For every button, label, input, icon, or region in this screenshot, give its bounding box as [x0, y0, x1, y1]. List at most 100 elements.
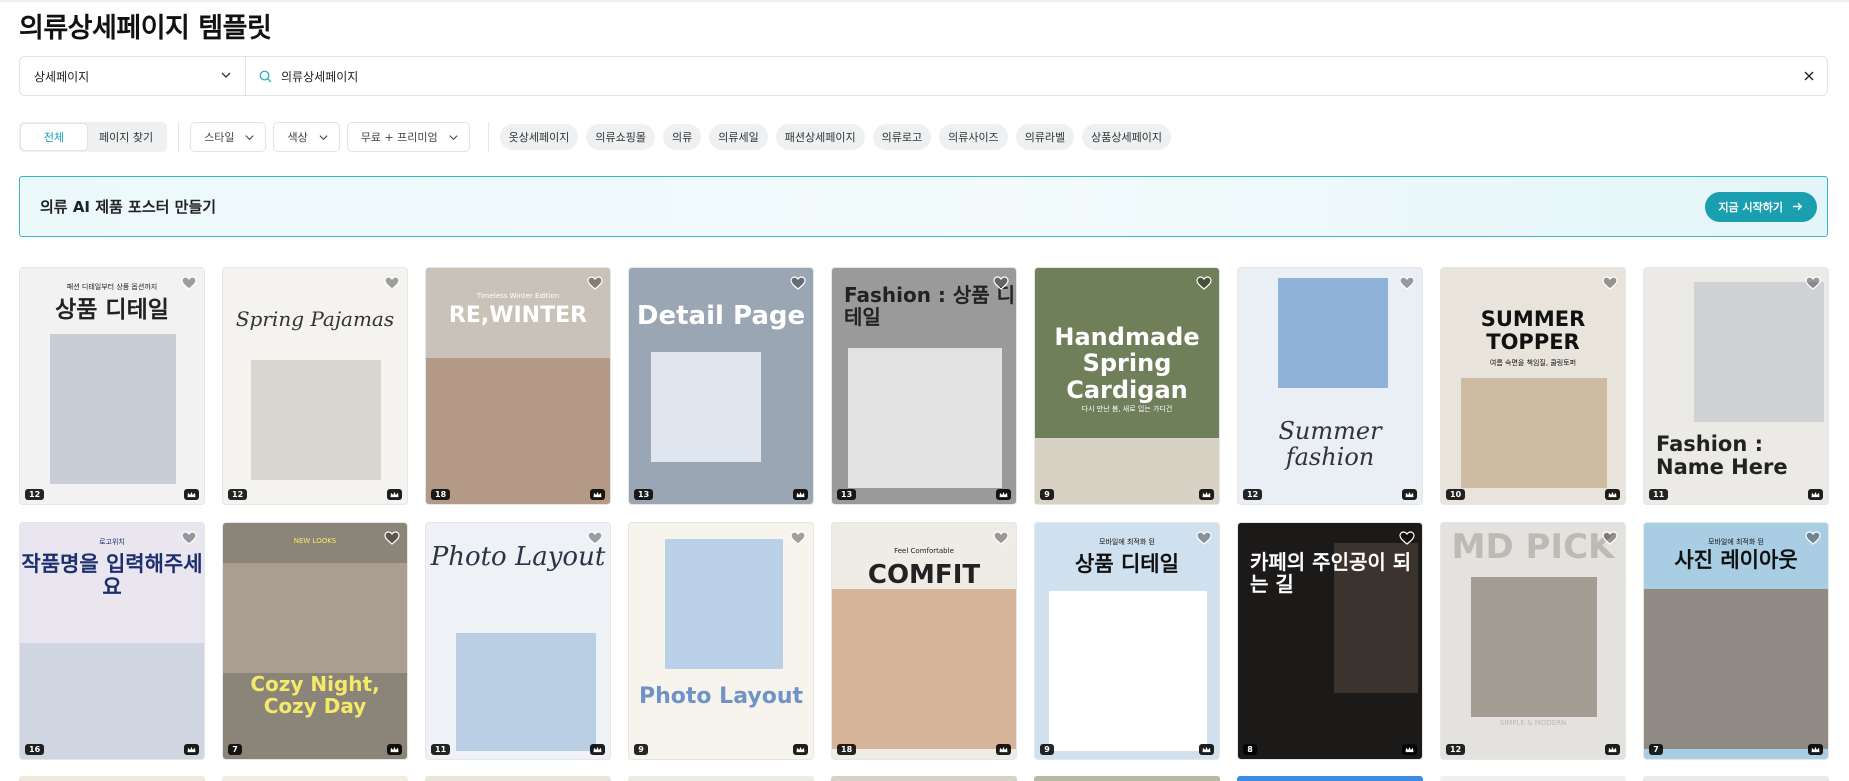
heart-icon[interactable] — [384, 531, 400, 545]
template-card[interactable]: Spring Pajamas 12 — [222, 267, 408, 505]
tag-chip[interactable]: 의류라벨 — [1015, 124, 1075, 150]
heart-icon[interactable] — [181, 531, 197, 545]
heart-icon[interactable] — [1399, 276, 1415, 290]
heart-icon[interactable] — [1602, 276, 1618, 290]
tag-chip[interactable]: 패션상세페이지 — [775, 124, 865, 150]
template-card[interactable]: Detail Page 13 — [628, 267, 814, 505]
tag-chip[interactable]: 옷상세페이지 — [499, 124, 579, 150]
heart-icon[interactable] — [993, 276, 1009, 290]
heart-icon[interactable] — [790, 276, 806, 290]
tag-chip[interactable]: 의류세일 — [709, 124, 768, 150]
heart-icon[interactable] — [1196, 531, 1212, 545]
tag-chip[interactable]: 의류사이즈 — [939, 124, 1008, 150]
crown-icon — [1808, 489, 1823, 500]
template-card[interactable]: Photo Layout 9 — [628, 522, 814, 760]
crown-icon — [590, 744, 605, 755]
chevron-down-icon — [245, 134, 255, 140]
template-title: 작품명을 입력해주세요 — [21, 552, 203, 600]
template-card[interactable]: Timeless Winter Edition RE,WINTER 18 — [425, 267, 611, 505]
heart-icon[interactable] — [384, 276, 400, 290]
template-card-partial[interactable] — [831, 776, 1017, 781]
template-thumbnail — [223, 563, 407, 673]
tag-chip[interactable]: 의류 — [663, 124, 702, 150]
template-card[interactable]: Photo Layout 11 — [425, 522, 611, 760]
tag-chip[interactable]: 의류로고 — [872, 124, 932, 150]
crown-icon — [387, 744, 402, 755]
template-thumbnail — [50, 334, 176, 484]
template-card[interactable]: Fashion : 상품 디테일 13 — [831, 267, 1017, 505]
category-select[interactable]: 상세페이지 — [20, 57, 246, 95]
template-card[interactable]: 패션 디테일부터 상품 옵션까지 상품 디테일 12 — [19, 267, 205, 505]
heart-icon[interactable] — [587, 531, 603, 545]
template-subtitle: 모바일에 최적화 된 — [1099, 538, 1155, 546]
template-card[interactable]: SIMPLE & MODERN MD PICK 12 — [1440, 522, 1626, 760]
page-count-badge: 12 — [25, 489, 45, 500]
template-thumbnail — [665, 539, 783, 669]
tag-chip[interactable]: 의류쇼핑몰 — [586, 124, 656, 150]
template-thumbnail — [1035, 438, 1219, 504]
template-title: 카페의 주인공이 되는 길 — [1250, 550, 1412, 596]
crown-icon — [1605, 744, 1620, 755]
crown-icon — [1199, 744, 1214, 755]
template-card[interactable]: NEW LOOKS Cozy Night, Cozy Day 7 — [222, 522, 408, 760]
template-card[interactable]: 여름 숙면을 책임질, 쿨링토퍼 SUMMER TOPPER 10 — [1440, 267, 1626, 505]
template-card[interactable]: 로고위치 작품명을 입력해주세요 16 — [19, 522, 205, 760]
color-dropdown[interactable]: 색상 — [273, 122, 340, 152]
template-card[interactable]: 모바일에 최적화 된사진 레이아웃 7 — [1643, 522, 1829, 760]
template-card-partial[interactable] — [628, 776, 814, 781]
template-thumbnail — [426, 358, 610, 504]
template-subtitle: NEW LOOKS — [293, 537, 337, 545]
scope-all-tab[interactable]: 전체 — [21, 124, 87, 150]
heart-icon[interactable] — [181, 276, 197, 290]
chevron-down-icon — [449, 134, 458, 140]
template-subtitle: 로고위치 — [99, 538, 125, 546]
tag-chip[interactable]: 상품상세페이지 — [1082, 124, 1172, 150]
heart-icon[interactable] — [1196, 276, 1212, 290]
template-subtitle: 모바일에 최적화 된 — [1708, 538, 1764, 546]
template-subtitle: 다시 만난 봄, 새로 입는 가디건 — [1081, 405, 1173, 413]
template-title: Fashion : Name Here — [1656, 432, 1788, 480]
clear-search-icon[interactable] — [1803, 70, 1815, 82]
heart-icon[interactable] — [1602, 531, 1618, 545]
heart-icon[interactable] — [1805, 276, 1821, 290]
template-card[interactable]: 다시 만난 봄, 새로 입는 가디건 Handmade Spring Cardig… — [1034, 267, 1220, 505]
template-title: 사진 레이아웃 — [1674, 548, 1798, 572]
template-card[interactable]: 카페의 주인공이 되는 길 8 — [1237, 522, 1423, 760]
heart-icon[interactable] — [587, 276, 603, 290]
template-card-partial[interactable] — [425, 776, 611, 781]
style-dropdown[interactable]: 스타일 — [190, 122, 267, 152]
crown-icon — [1402, 489, 1417, 500]
page-count-badge: 18 — [431, 489, 451, 500]
filter-bar: 전체 페이지 찾기 스타일 색상 무료 + 프리미엄 옷상세페이지 의류쇼핑몰 … — [19, 122, 1179, 152]
heart-icon[interactable] — [790, 531, 806, 545]
template-card-partial[interactable] — [1643, 776, 1829, 781]
search-input[interactable] — [281, 69, 1795, 83]
heart-icon[interactable] — [1399, 531, 1415, 545]
template-grid: 패션 디테일부터 상품 옵션까지 상품 디테일 12 Spring Pajamas 12… — [19, 267, 1831, 760]
template-title: RE,WINTER — [448, 303, 588, 328]
page-count-badge: 11 — [1649, 489, 1669, 500]
page-count-badge: 9 — [1040, 744, 1054, 755]
crown-icon — [793, 744, 808, 755]
template-thumbnail — [651, 352, 761, 462]
template-card-partial[interactable] — [19, 776, 205, 781]
crown-icon — [996, 489, 1011, 500]
heart-icon[interactable] — [993, 531, 1009, 545]
template-card[interactable]: 모바일에 최적화 된 상품 디테일 9 — [1034, 522, 1220, 760]
template-card-partial[interactable] — [1237, 776, 1423, 781]
template-card-partial[interactable] — [1440, 776, 1626, 781]
template-title: Photo Layout — [430, 542, 606, 572]
start-now-button[interactable]: 지금 시작하기 — [1705, 191, 1817, 222]
template-card[interactable]: Fashion : Name Here 11 — [1643, 267, 1829, 505]
template-thumbnail — [848, 348, 1002, 488]
price-dropdown[interactable]: 무료 + 프리미엄 — [346, 122, 470, 152]
heart-icon[interactable] — [1805, 531, 1821, 545]
template-card-partial[interactable] — [1034, 776, 1220, 781]
page-count-badge: 7 — [1649, 744, 1663, 755]
template-card[interactable]: Feel Comfortable COMFIT 18 — [831, 522, 1017, 760]
scope-find-page-tab[interactable]: 페이지 찾기 — [87, 124, 165, 150]
template-card[interactable]: Summer fashion 12 — [1237, 267, 1423, 505]
ai-poster-banner: 의류 AI 제품 포스터 만들기 지금 시작하기 — [19, 176, 1828, 237]
template-subtitle: Feel Comfortable — [894, 547, 954, 555]
template-card-partial[interactable] — [222, 776, 408, 781]
